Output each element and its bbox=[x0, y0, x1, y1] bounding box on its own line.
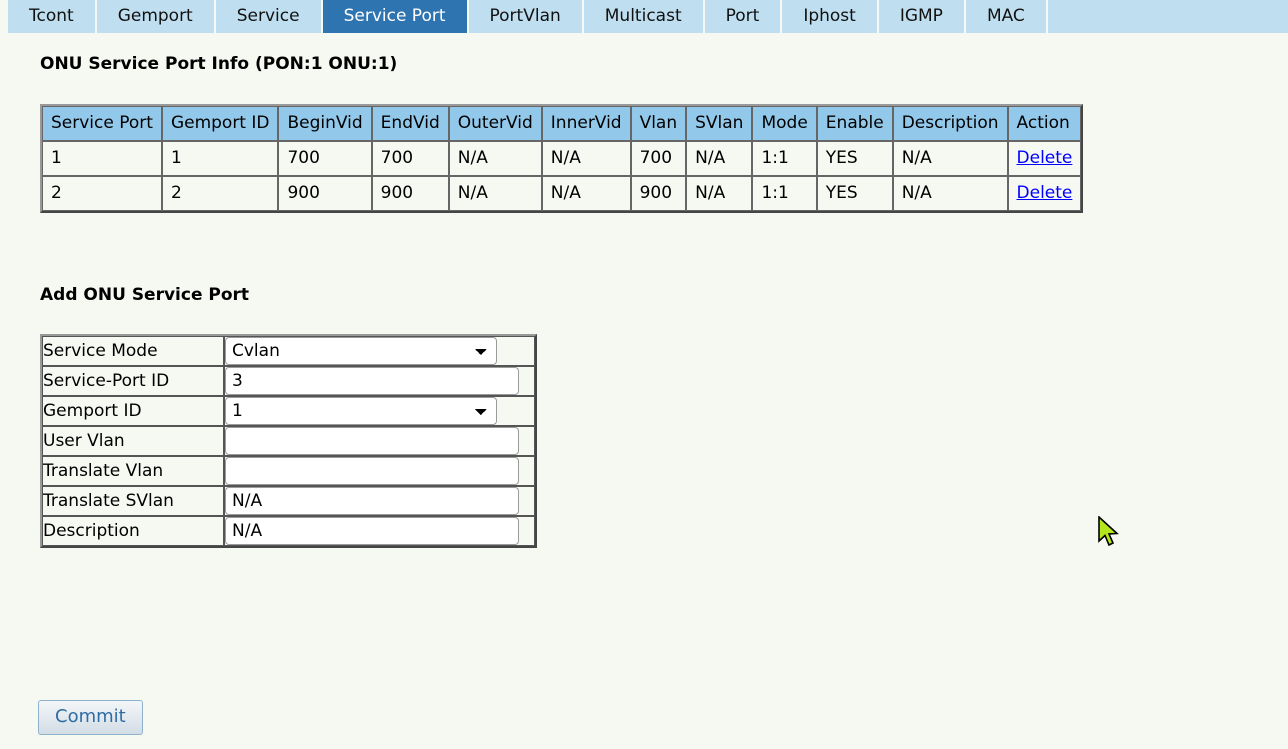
form-row-translate-svlan: Translate SVlan bbox=[42, 486, 535, 516]
mouse-cursor bbox=[1098, 515, 1120, 550]
main-tab-bar: Tcont Gemport Service Service Port PortV… bbox=[0, 0, 1288, 33]
tab-tcont[interactable]: Tcont bbox=[8, 0, 95, 33]
cell-vlan: 900 bbox=[630, 176, 687, 211]
service-port-info-heading: ONU Service Port Info (PON:1 ONU:1) bbox=[40, 54, 398, 74]
label-gemport-id: Gemport ID bbox=[42, 396, 224, 426]
table-row: 1 1 700 700 N/A N/A 700 N/A 1:1 YES N/A … bbox=[42, 141, 1082, 176]
tab-label: Port bbox=[725, 6, 760, 26]
label-description: Description bbox=[42, 516, 224, 546]
gemport-id-select[interactable]: 1 bbox=[225, 397, 497, 425]
cell-svlan: N/A bbox=[686, 176, 753, 211]
cell-enable: YES bbox=[816, 141, 893, 176]
tab-mac[interactable]: MAC bbox=[965, 0, 1046, 33]
cell-description: N/A bbox=[892, 141, 1008, 176]
tab-service[interactable]: Service bbox=[215, 0, 321, 33]
cell-mode: 1:1 bbox=[752, 176, 817, 211]
tab-service-port[interactable]: Service Port bbox=[322, 0, 467, 33]
commit-button-container: Commit bbox=[38, 700, 143, 735]
cell-mode: 1:1 bbox=[752, 141, 817, 176]
tab-gemport[interactable]: Gemport bbox=[96, 0, 214, 33]
cell-vlan: 700 bbox=[630, 141, 687, 176]
add-service-port-form-container: Service Mode Cvlan Service-Port ID Gempo… bbox=[40, 334, 537, 548]
column-header-svlan: SVlan bbox=[686, 106, 753, 141]
label-translate-svlan: Translate SVlan bbox=[42, 486, 224, 516]
tab-label: Service bbox=[236, 6, 300, 26]
translate-svlan-input[interactable] bbox=[225, 487, 519, 515]
column-header-inner-vid: InnerVid bbox=[541, 106, 631, 141]
service-port-info-table: Service Port Gemport ID BeginVid EndVid … bbox=[40, 104, 1084, 213]
cell-svlan: N/A bbox=[686, 141, 753, 176]
column-header-end-vid: EndVid bbox=[371, 106, 449, 141]
label-service-port-id: Service-Port ID bbox=[42, 366, 224, 396]
cell-action: Delete bbox=[1007, 176, 1082, 211]
tab-label: Iphost bbox=[803, 6, 856, 26]
cell-service-port: 2 bbox=[42, 176, 162, 211]
label-service-mode: Service Mode bbox=[42, 336, 224, 366]
form-row-service-mode: Service Mode Cvlan bbox=[42, 336, 535, 366]
commit-button[interactable]: Commit bbox=[38, 700, 143, 735]
column-header-outer-vid: OuterVid bbox=[448, 106, 542, 141]
tab-label: Service Port bbox=[343, 6, 446, 26]
tab-igmp[interactable]: IGMP bbox=[878, 0, 964, 33]
cell-end-vid: 700 bbox=[371, 141, 449, 176]
tab-label: IGMP bbox=[899, 6, 943, 26]
delete-link[interactable]: Delete bbox=[1017, 183, 1073, 203]
form-row-gemport-id: Gemport ID 1 bbox=[42, 396, 535, 426]
cell-gemport-id: 1 bbox=[161, 141, 279, 176]
tab-port[interactable]: Port bbox=[704, 0, 781, 33]
form-row-description: Description bbox=[42, 516, 535, 546]
tab-portvlan[interactable]: PortVlan bbox=[468, 0, 582, 33]
cell-gemport-id: 2 bbox=[161, 176, 279, 211]
column-header-gemport-id: Gemport ID bbox=[161, 106, 279, 141]
service-mode-select[interactable]: Cvlan bbox=[225, 337, 497, 365]
cell-enable: YES bbox=[816, 176, 893, 211]
tab-label: Gemport bbox=[117, 6, 193, 26]
column-header-description: Description bbox=[892, 106, 1008, 141]
tab-label: PortVlan bbox=[489, 6, 561, 26]
tab-label: Tcont bbox=[29, 6, 74, 26]
user-vlan-input[interactable] bbox=[225, 427, 519, 455]
tab-label: MAC bbox=[986, 6, 1025, 26]
tab-iphost[interactable]: Iphost bbox=[782, 0, 877, 33]
label-user-vlan: User Vlan bbox=[42, 426, 224, 456]
cell-action: Delete bbox=[1007, 141, 1082, 176]
cell-description: N/A bbox=[892, 176, 1008, 211]
form-row-user-vlan: User Vlan bbox=[42, 426, 535, 456]
translate-vlan-input[interactable] bbox=[225, 457, 519, 485]
tab-bar-filler bbox=[1047, 0, 1288, 33]
cell-end-vid: 900 bbox=[371, 176, 449, 211]
form-row-service-port-id: Service-Port ID bbox=[42, 366, 535, 396]
column-header-enable: Enable bbox=[816, 106, 893, 141]
cell-inner-vid: N/A bbox=[541, 141, 631, 176]
cell-outer-vid: N/A bbox=[448, 141, 542, 176]
tab-label: Multicast bbox=[604, 6, 682, 26]
cell-begin-vid: 700 bbox=[278, 141, 372, 176]
cell-service-port: 1 bbox=[42, 141, 162, 176]
description-input[interactable] bbox=[225, 517, 519, 545]
cell-outer-vid: N/A bbox=[448, 176, 542, 211]
form-row-translate-vlan: Translate Vlan bbox=[42, 456, 535, 486]
column-header-begin-vid: BeginVid bbox=[278, 106, 372, 141]
table-header-row: Service Port Gemport ID BeginVid EndVid … bbox=[42, 106, 1082, 141]
column-header-action: Action bbox=[1007, 106, 1082, 141]
column-header-mode: Mode bbox=[752, 106, 817, 141]
delete-link[interactable]: Delete bbox=[1017, 148, 1073, 168]
add-service-port-form: Service Mode Cvlan Service-Port ID Gempo… bbox=[40, 334, 537, 548]
cell-begin-vid: 900 bbox=[278, 176, 372, 211]
label-translate-vlan: Translate Vlan bbox=[42, 456, 224, 486]
add-service-port-heading: Add ONU Service Port bbox=[40, 285, 250, 305]
cell-inner-vid: N/A bbox=[541, 176, 631, 211]
tab-multicast[interactable]: Multicast bbox=[583, 0, 703, 33]
service-port-id-input[interactable] bbox=[225, 367, 519, 395]
column-header-vlan: Vlan bbox=[630, 106, 687, 141]
service-port-info-table-container: Service Port Gemport ID BeginVid EndVid … bbox=[40, 104, 1084, 213]
column-header-service-port: Service Port bbox=[42, 106, 162, 141]
table-row: 2 2 900 900 N/A N/A 900 N/A 1:1 YES N/A … bbox=[42, 176, 1082, 211]
